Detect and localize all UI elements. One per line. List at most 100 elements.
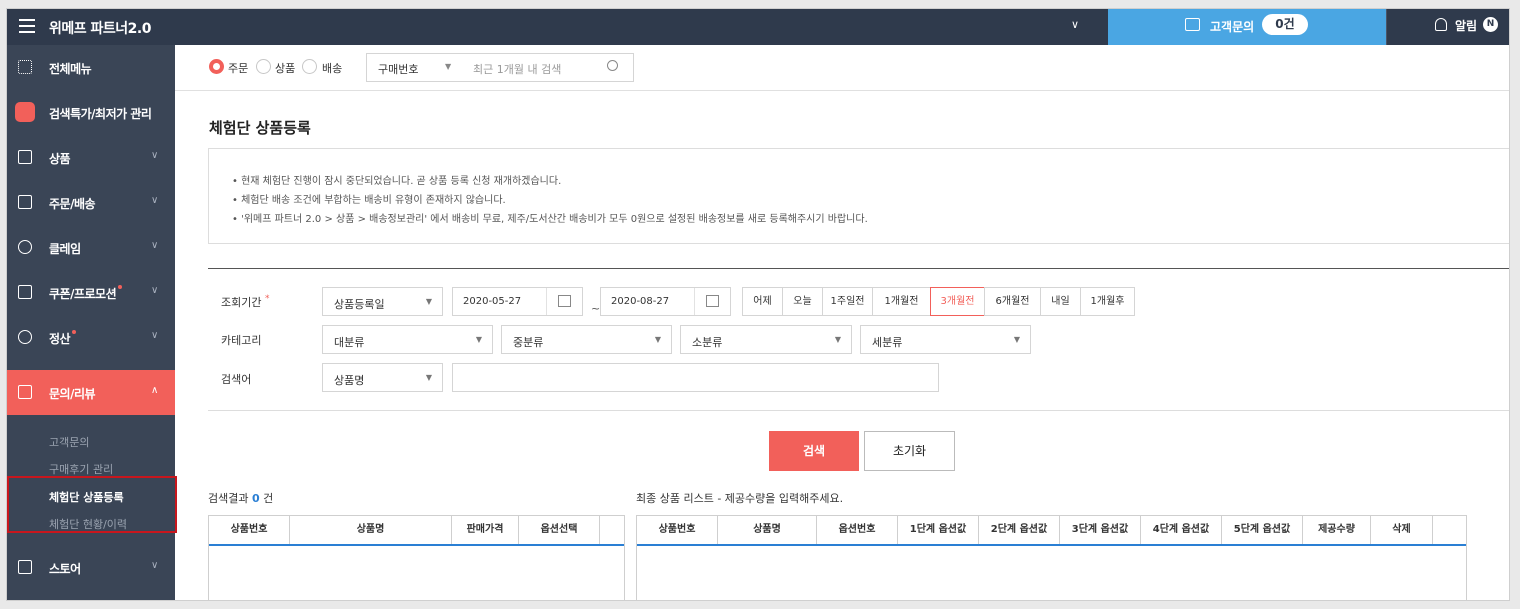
period-btn-today[interactable]: 오늘 — [782, 287, 823, 316]
search-badge-icon — [15, 102, 35, 122]
notice-line: • '위메프 파트너 2.0 > 상품 > 배송정보관리' 에서 배송비 무료,… — [232, 214, 868, 225]
category-label: 카테고리 — [221, 334, 262, 347]
caret-down-icon: ▼ — [1013, 335, 1020, 344]
store-icon — [18, 560, 32, 574]
radio-order-label: 주문 — [228, 62, 249, 75]
category-1-select[interactable]: 대분류 ▼ — [322, 325, 493, 354]
keyword-type-select[interactable]: 상품명 ▼ — [322, 363, 443, 392]
calendar-icon[interactable] — [546, 288, 582, 315]
bell-icon — [1435, 18, 1447, 31]
col-header: 삭제 — [1371, 516, 1433, 544]
col-header: 상품번호 — [637, 516, 718, 544]
category-4-select[interactable]: 세분류 ▼ — [860, 325, 1031, 354]
product-icon — [18, 150, 32, 164]
sidebar-item-search-deals[interactable]: 검색특가/최저가 관리 — [7, 90, 175, 135]
new-dot — [118, 285, 123, 289]
col-header: 상품명 — [718, 516, 817, 544]
period-btn-1month-after[interactable]: 1개월후 — [1080, 287, 1135, 316]
divider — [208, 410, 1509, 411]
top-bar: 위메프 파트너2.0 ∨ 고객문의 0건 알림 N — [7, 9, 1509, 45]
caret-down-icon: ▼ — [445, 62, 452, 71]
col-header: 상품번호 — [209, 516, 290, 544]
notice-line: • 체험단 배송 조건에 부합하는 배송비 유형이 존재하지 않습니다. — [232, 195, 506, 206]
final-list-table: 상품번호 상품명 옵션번호 1단계 옵션값 2단계 옵션값 3단계 옵션값 4단… — [636, 515, 1467, 600]
search-button[interactable]: 검색 — [769, 431, 859, 471]
sidebar-item-claim[interactable]: 클레임 ∨ — [7, 225, 175, 270]
claim-icon — [18, 240, 32, 254]
keyword-input[interactable] — [452, 363, 939, 392]
date-from-input[interactable]: 2020-05-27 — [452, 287, 583, 316]
caret-down-icon: ▼ — [834, 335, 841, 344]
search-type-select[interactable]: 구매번호 — [378, 61, 418, 77]
table-header: 상품번호 상품명 판매가격 옵션선택 — [209, 516, 624, 546]
sidebar-subitem-customer-inquiry[interactable]: 고객문의 — [49, 434, 89, 450]
chevron-down-icon: ∨ — [151, 330, 159, 341]
chevron-down-icon: ∨ — [151, 195, 159, 206]
inquiry-count-badge: 0건 — [1262, 14, 1308, 35]
sidebar-subitem-review-manage[interactable]: 구매후기 관리 — [49, 461, 113, 477]
highlight-box — [7, 476, 177, 533]
calendar-icon[interactable] — [694, 288, 730, 315]
page-title: 체험단 상품등록 — [209, 119, 311, 137]
date-to-input[interactable]: 2020-08-27 — [600, 287, 731, 316]
sidebar-item-label: 쿠폰/프로모션 — [49, 285, 123, 302]
result-count-number: 0 — [251, 492, 260, 505]
search-result-table: 상품번호 상품명 판매가격 옵션선택 — [208, 515, 625, 600]
sidebar-item-label: 전체메뉴 — [49, 62, 92, 76]
chevron-down-icon[interactable]: ∨ — [1071, 18, 1079, 31]
hamburger-menu-icon[interactable] — [19, 19, 35, 33]
chevron-down-icon: ∨ — [151, 240, 159, 251]
quick-search-box[interactable]: 구매번호 ▼ 최근 1개월 내 검색 — [366, 53, 634, 82]
chevron-down-icon: ∨ — [151, 560, 159, 571]
col-header: 옵션번호 — [817, 516, 898, 544]
sidebar-item-label: 정산 — [49, 330, 77, 347]
alarm-button[interactable]: 알림 N — [1386, 9, 1509, 45]
radio-delivery[interactable] — [302, 59, 317, 74]
sidebar-item-product[interactable]: 상품 ∨ — [7, 135, 175, 180]
sidebar-item-label: 문의/리뷰 — [49, 387, 96, 401]
new-badge: N — [1483, 17, 1498, 32]
result-count: 검색결과 0 건 — [208, 492, 274, 505]
period-label: 조회기간 * — [221, 294, 270, 309]
inquiry-button[interactable]: 고객문의 0건 — [1108, 9, 1386, 45]
caret-down-icon: ▼ — [475, 335, 482, 344]
final-list-label: 최종 상품 리스트 - 제공수량을 입력해주세요. — [636, 492, 844, 505]
brand-title[interactable]: 위메프 파트너2.0 — [49, 18, 151, 38]
period-btn-yesterday[interactable]: 어제 — [742, 287, 783, 316]
search-icon[interactable] — [607, 60, 618, 71]
category-2-select[interactable]: 중분류 ▼ — [501, 325, 672, 354]
caret-down-icon: ▼ — [425, 373, 432, 382]
new-dot — [72, 330, 77, 334]
sidebar-item-all-menu[interactable]: 전체메뉴 — [7, 45, 175, 90]
chevron-up-icon: ∧ — [151, 385, 159, 396]
caret-down-icon: ▼ — [654, 335, 661, 344]
caret-down-icon: ▼ — [425, 297, 432, 306]
col-header: 옵션선택 — [519, 516, 600, 544]
sidebar-item-inquiry-review[interactable]: 문의/리뷰 ∧ — [7, 370, 175, 415]
sidebar-item-coupon[interactable]: 쿠폰/프로모션 ∨ — [7, 270, 175, 315]
radio-order[interactable] — [209, 59, 224, 74]
period-btn-3month[interactable]: 3개월전 — [930, 287, 985, 316]
radio-product-label: 상품 — [275, 62, 296, 75]
reset-button[interactable]: 초기화 — [864, 431, 955, 471]
sidebar-item-label: 주문/배송 — [49, 197, 96, 211]
col-header: 상품명 — [290, 516, 452, 544]
period-btn-1month[interactable]: 1개월전 — [872, 287, 931, 316]
notice-line: • 현재 체험단 진행이 잠시 중단되었습니다. 곧 상품 등록 신청 재개하겠… — [232, 176, 562, 187]
notice-box: • 현재 체험단 진행이 잠시 중단되었습니다. 곧 상품 등록 신청 재개하겠… — [208, 148, 1509, 244]
truck-icon — [18, 195, 32, 209]
sidebar-item-settlement[interactable]: 정산 ∨ — [7, 315, 175, 360]
won-icon — [18, 330, 32, 344]
sidebar-item-store[interactable]: 스토어 ∨ — [7, 545, 175, 590]
period-btn-1week[interactable]: 1주일전 — [822, 287, 873, 316]
period-btn-tomorrow[interactable]: 내일 — [1040, 287, 1081, 316]
radio-product[interactable] — [256, 59, 271, 74]
sidebar-item-order-delivery[interactable]: 주문/배송 ∨ — [7, 180, 175, 225]
category-3-select[interactable]: 소분류 ▼ — [680, 325, 852, 354]
grid-icon — [18, 60, 32, 74]
period-btn-6month[interactable]: 6개월전 — [984, 287, 1041, 316]
col-header: 4단계 옵션값 — [1141, 516, 1222, 544]
search-input[interactable]: 최근 1개월 내 검색 — [473, 61, 561, 77]
period-type-select[interactable]: 상품등록일 ▼ — [322, 287, 443, 316]
keyword-label: 검색어 — [221, 373, 252, 386]
